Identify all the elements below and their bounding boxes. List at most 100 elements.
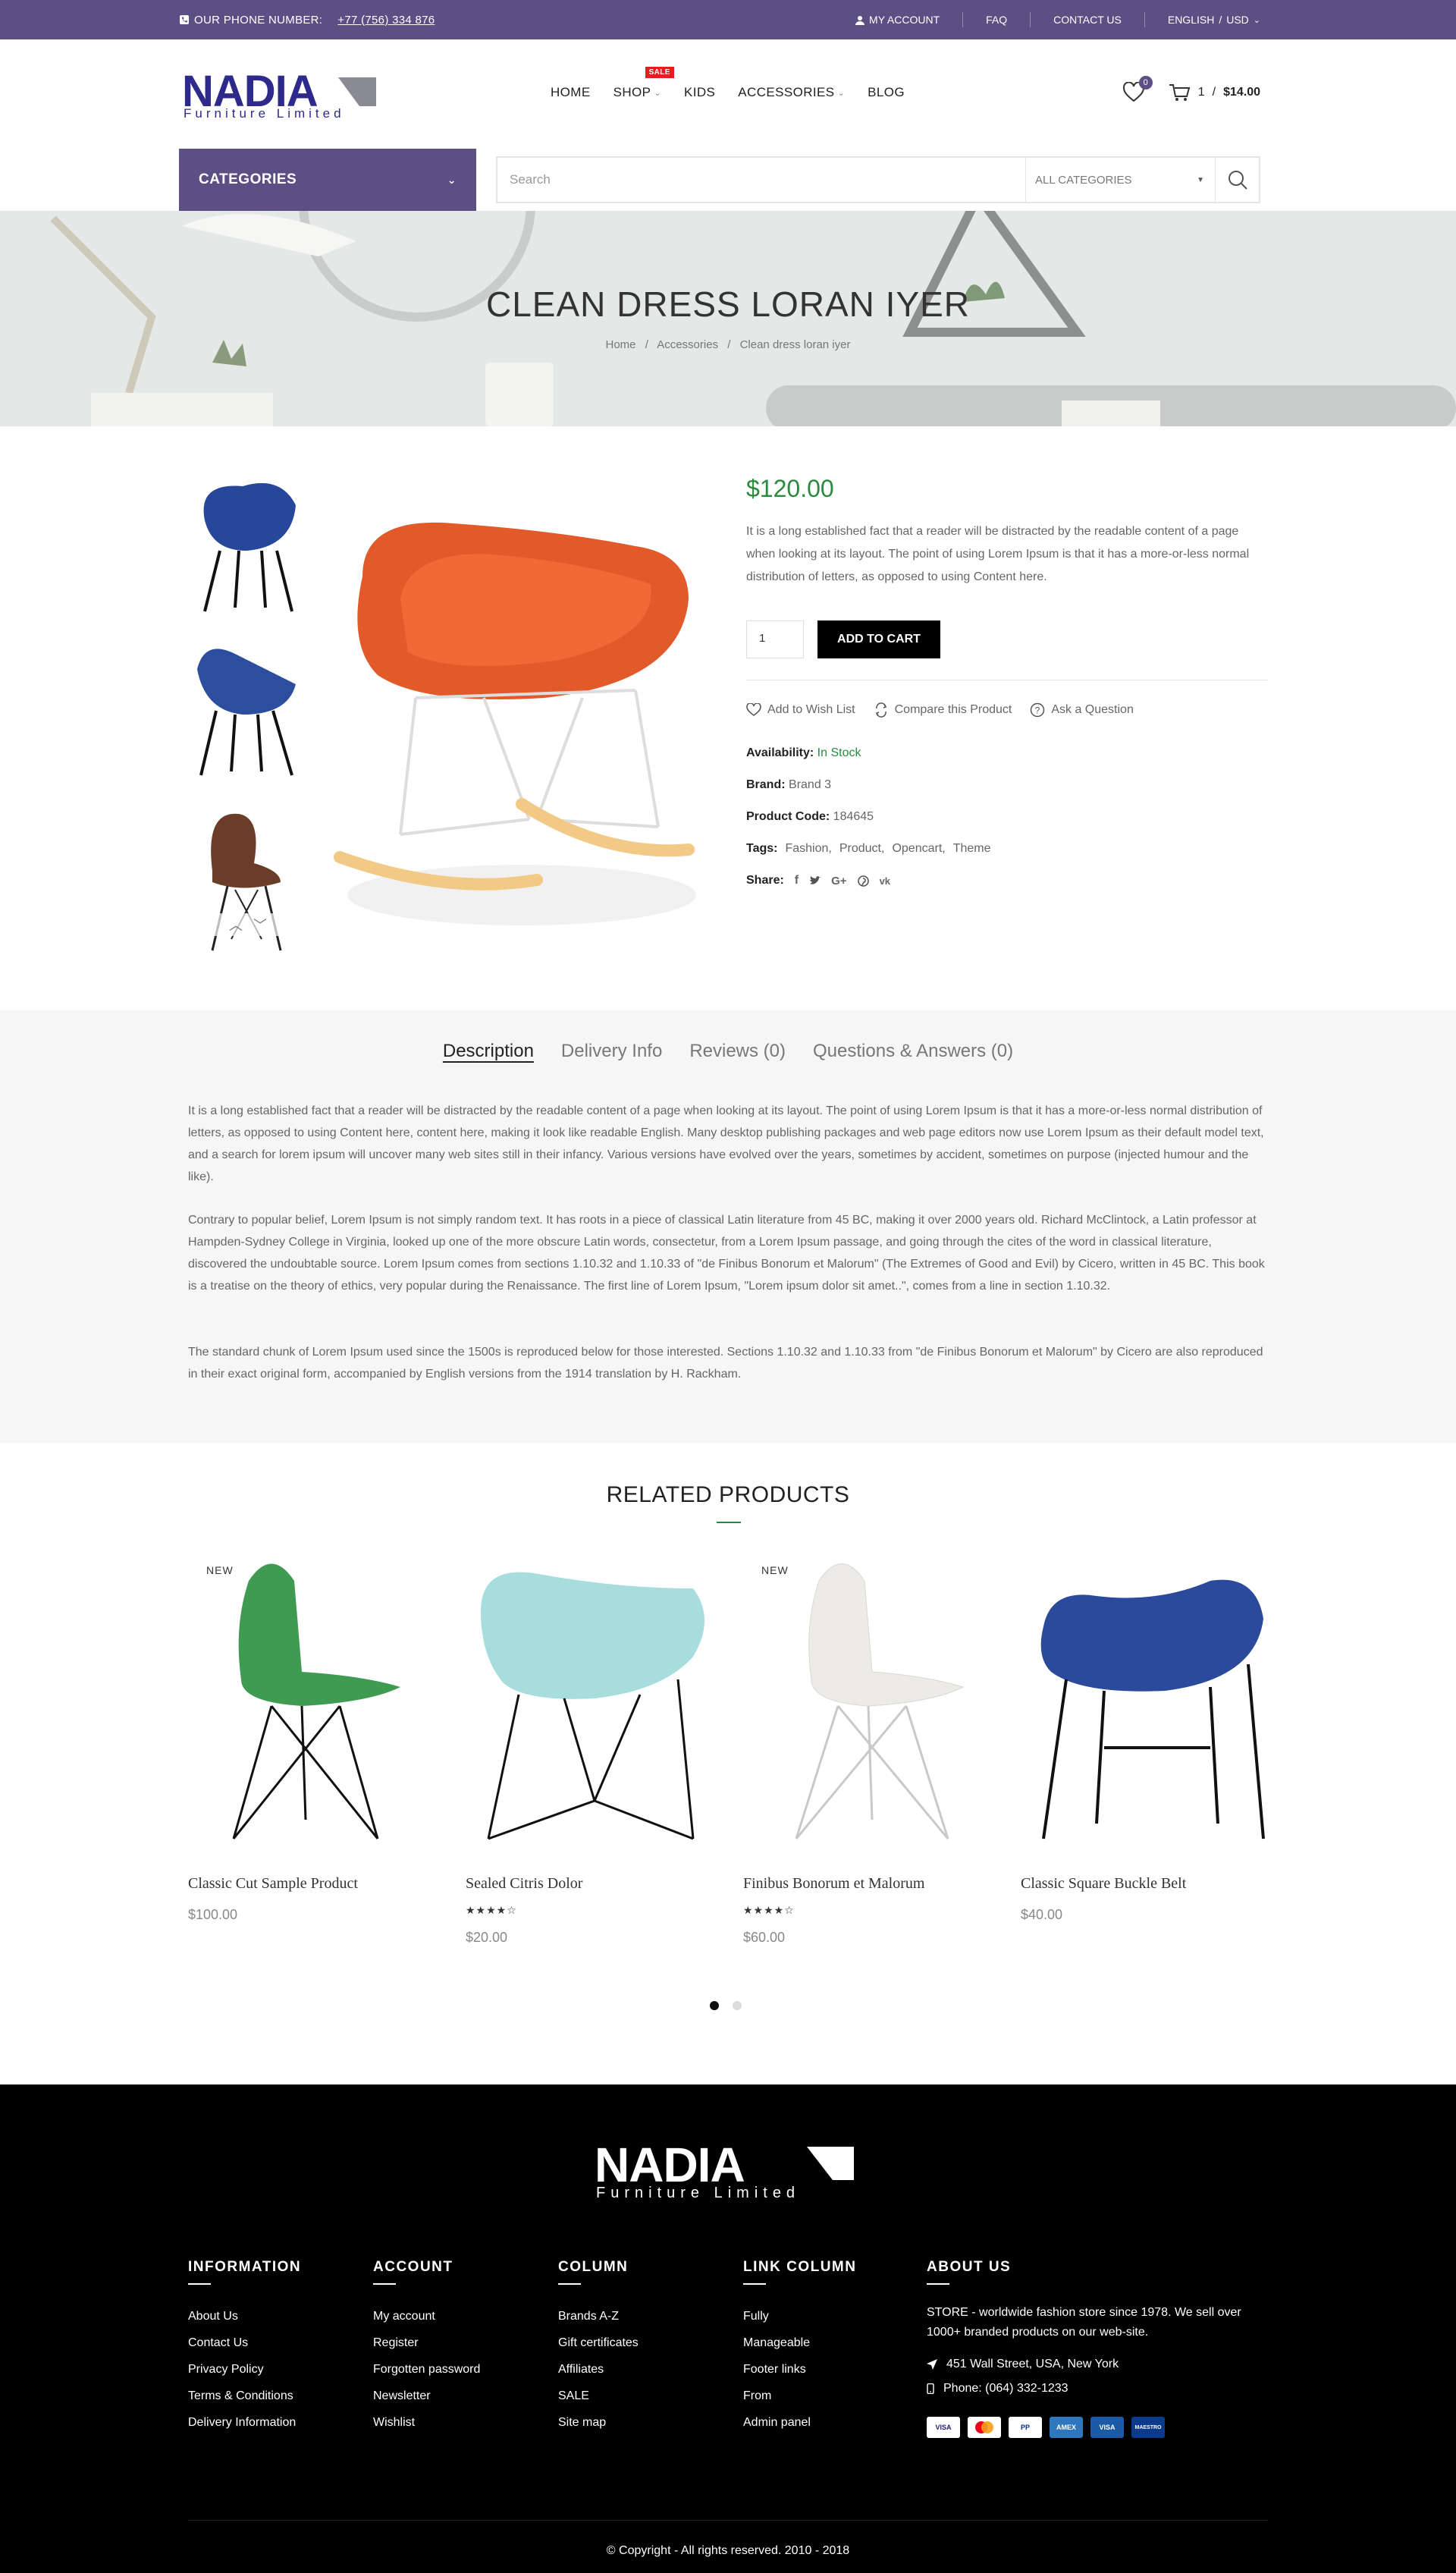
language-currency-switcher[interactable]: ENGLISH / USD ⌄ (1168, 14, 1260, 26)
footer-link[interactable]: Wishlist (373, 2409, 480, 2436)
title-underline (558, 2283, 581, 2285)
page-title: CLEAN DRESS LORAN IYER (485, 284, 971, 324)
chair-image (197, 649, 296, 776)
product-thumbnail-1[interactable] (190, 475, 303, 619)
footer-link[interactable]: My account (373, 2303, 480, 2330)
nav-home[interactable]: HOME (551, 85, 591, 100)
visa-icon: VISA (927, 2417, 960, 2438)
footer-column-title: LINK COLUMN (743, 2259, 857, 2275)
footer-link[interactable]: Site map (558, 2409, 639, 2436)
site-footer: NADIA Furniture Limited INFORMATION Abou… (0, 2084, 1456, 2573)
twitter-icon[interactable] (809, 875, 821, 886)
nav-kids[interactable]: KIDS (684, 85, 715, 100)
carousel-pagination (710, 2001, 742, 2010)
footer-link[interactable]: Fully (743, 2303, 856, 2330)
search-category-select[interactable]: ALL CATEGORIES ▼ (1025, 158, 1215, 202)
add-to-wishlist-link[interactable]: Add to Wish List (746, 702, 855, 718)
vk-icon[interactable]: vk (880, 875, 890, 887)
product-thumbnail-2[interactable] (190, 639, 303, 783)
footer-link[interactable]: Brands A-Z (558, 2303, 639, 2330)
breadcrumb-home[interactable]: Home (606, 338, 636, 351)
product-actions: Add to Wish List Compare this Product ? … (746, 702, 1134, 718)
compare-product-label: Compare this Product (894, 703, 1012, 716)
faq-link[interactable]: FAQ (986, 14, 1007, 26)
phone-number-link[interactable]: +77 (756) 334 876 (337, 14, 435, 27)
availability-row: Availability: In Stock (746, 746, 861, 760)
visa-electron-icon: VISA (1090, 2417, 1124, 2438)
product-name[interactable]: Classic Cut Sample Product (188, 1875, 358, 1893)
carousel-dot-active[interactable] (710, 2001, 719, 2010)
footer-link[interactable]: Register (373, 2330, 480, 2356)
mobile-phone-icon (927, 2383, 934, 2394)
nav-shop[interactable]: SALE SHOP ⌄ (613, 67, 674, 100)
product-name[interactable]: Sealed Citris Dolor (466, 1875, 582, 1893)
cart-button[interactable]: 1 / $14.00 (1168, 83, 1260, 102)
my-account-link[interactable]: MY ACCOUNT (855, 14, 940, 26)
google-plus-icon[interactable]: G+ (831, 875, 846, 888)
product-name[interactable]: Classic Square Buckle Belt (1021, 1875, 1186, 1893)
search-input[interactable]: Search (497, 172, 1025, 187)
tag-link[interactable]: Product, (839, 842, 885, 856)
wishlist-count-badge: 0 (1138, 76, 1153, 90)
ask-question-link[interactable]: ? Ask a Question (1030, 702, 1134, 718)
chevron-down-icon[interactable]: ﹀ (253, 915, 267, 935)
tag-link[interactable]: Opencart, (892, 842, 945, 856)
site-logo[interactable]: NADIA Furniture Limited (182, 70, 376, 121)
wishlist-button[interactable]: 0 (1122, 76, 1153, 103)
footer-link[interactable]: From (743, 2383, 856, 2409)
amex-icon: AMEX (1050, 2417, 1083, 2438)
footer-link[interactable]: SALE (558, 2383, 639, 2409)
compare-product-link[interactable]: Compare this Product (874, 702, 1012, 718)
search-category-label: ALL CATEGORIES (1035, 173, 1132, 187)
footer-link[interactable]: Newsletter (373, 2383, 480, 2409)
add-to-cart-button[interactable]: ADD TO CART (817, 620, 940, 658)
logo-shape-icon (338, 77, 376, 106)
tab-description[interactable]: Description (443, 1041, 534, 1062)
tab-reviews[interactable]: Reviews (0) (689, 1041, 786, 1062)
availability-label: Availability: (746, 746, 814, 759)
footer-link[interactable]: Admin panel (743, 2409, 856, 2436)
product-name[interactable]: Finibus Bonorum et Malorum (743, 1875, 924, 1893)
product-short-description: It is a long established fact that a rea… (746, 525, 1250, 583)
footer-link[interactable]: Affiliates (558, 2356, 639, 2383)
facebook-icon[interactable]: f (795, 874, 799, 888)
footer-logo[interactable]: NADIA Furniture Limited (595, 2141, 855, 2206)
breadcrumb-accessories[interactable]: Accessories (657, 338, 718, 351)
product-main-image[interactable] (332, 470, 711, 956)
footer-link[interactable]: Terms & Conditions (188, 2383, 301, 2409)
description-paragraph: It is a long established fact that a rea… (188, 1104, 1264, 1183)
footer-link[interactable]: Gift certificates (558, 2330, 639, 2356)
nav-accessories[interactable]: ACCESSORIES ⌄ (738, 85, 845, 100)
page-banner: CLEAN DRESS LORAN IYER Home / Accessorie… (0, 211, 1456, 426)
tab-questions-answers[interactable]: Questions & Answers (0) (813, 1041, 1013, 1062)
quantity-input[interactable]: 1 (746, 620, 804, 658)
nav-blog[interactable]: BLOG (868, 85, 905, 100)
description-paragraph: The standard chunk of Lorem Ipsum used s… (188, 1346, 1263, 1381)
main-nav: HOME SALE SHOP ⌄ KIDS ACCESSORIES ⌄ BLOG (551, 67, 905, 100)
footer-link[interactable]: Manageable (743, 2330, 856, 2356)
footer-link[interactable]: About Us (188, 2303, 301, 2330)
footer-link[interactable]: Privacy Policy (188, 2356, 301, 2383)
contact-us-link[interactable]: CONTACT US (1053, 14, 1122, 26)
compare-icon (875, 702, 886, 718)
chevron-up-icon[interactable]: ︿ (229, 915, 243, 935)
footer-link[interactable]: Contact Us (188, 2330, 301, 2356)
carousel-dot[interactable] (733, 2001, 742, 2010)
availability-value: In Stock (817, 746, 861, 759)
chair-image (203, 482, 296, 612)
tag-link[interactable]: Theme (953, 842, 991, 856)
footer-link[interactable]: Delivery Information (188, 2409, 301, 2436)
my-account-label: MY ACCOUNT (869, 14, 940, 26)
search-button[interactable] (1215, 158, 1259, 202)
product-image (481, 1572, 704, 1840)
tag-link[interactable]: Fashion, (785, 842, 831, 856)
brand-link[interactable]: Brand 3 (789, 778, 831, 791)
footer-column-link-column: LINK COLUMN Fully Manageable Footer link… (743, 2259, 856, 2436)
categories-button[interactable]: CATEGORIES ⌄ (179, 149, 476, 211)
footer-link[interactable]: Forgotten password (373, 2356, 480, 2383)
tab-delivery-info[interactable]: Delivery Info (561, 1041, 662, 1062)
cart-count: 1 (1197, 86, 1205, 99)
footer-link[interactable]: Footer links (743, 2356, 856, 2383)
pinterest-icon[interactable] (857, 875, 869, 887)
logo-shape-icon (807, 2147, 854, 2180)
